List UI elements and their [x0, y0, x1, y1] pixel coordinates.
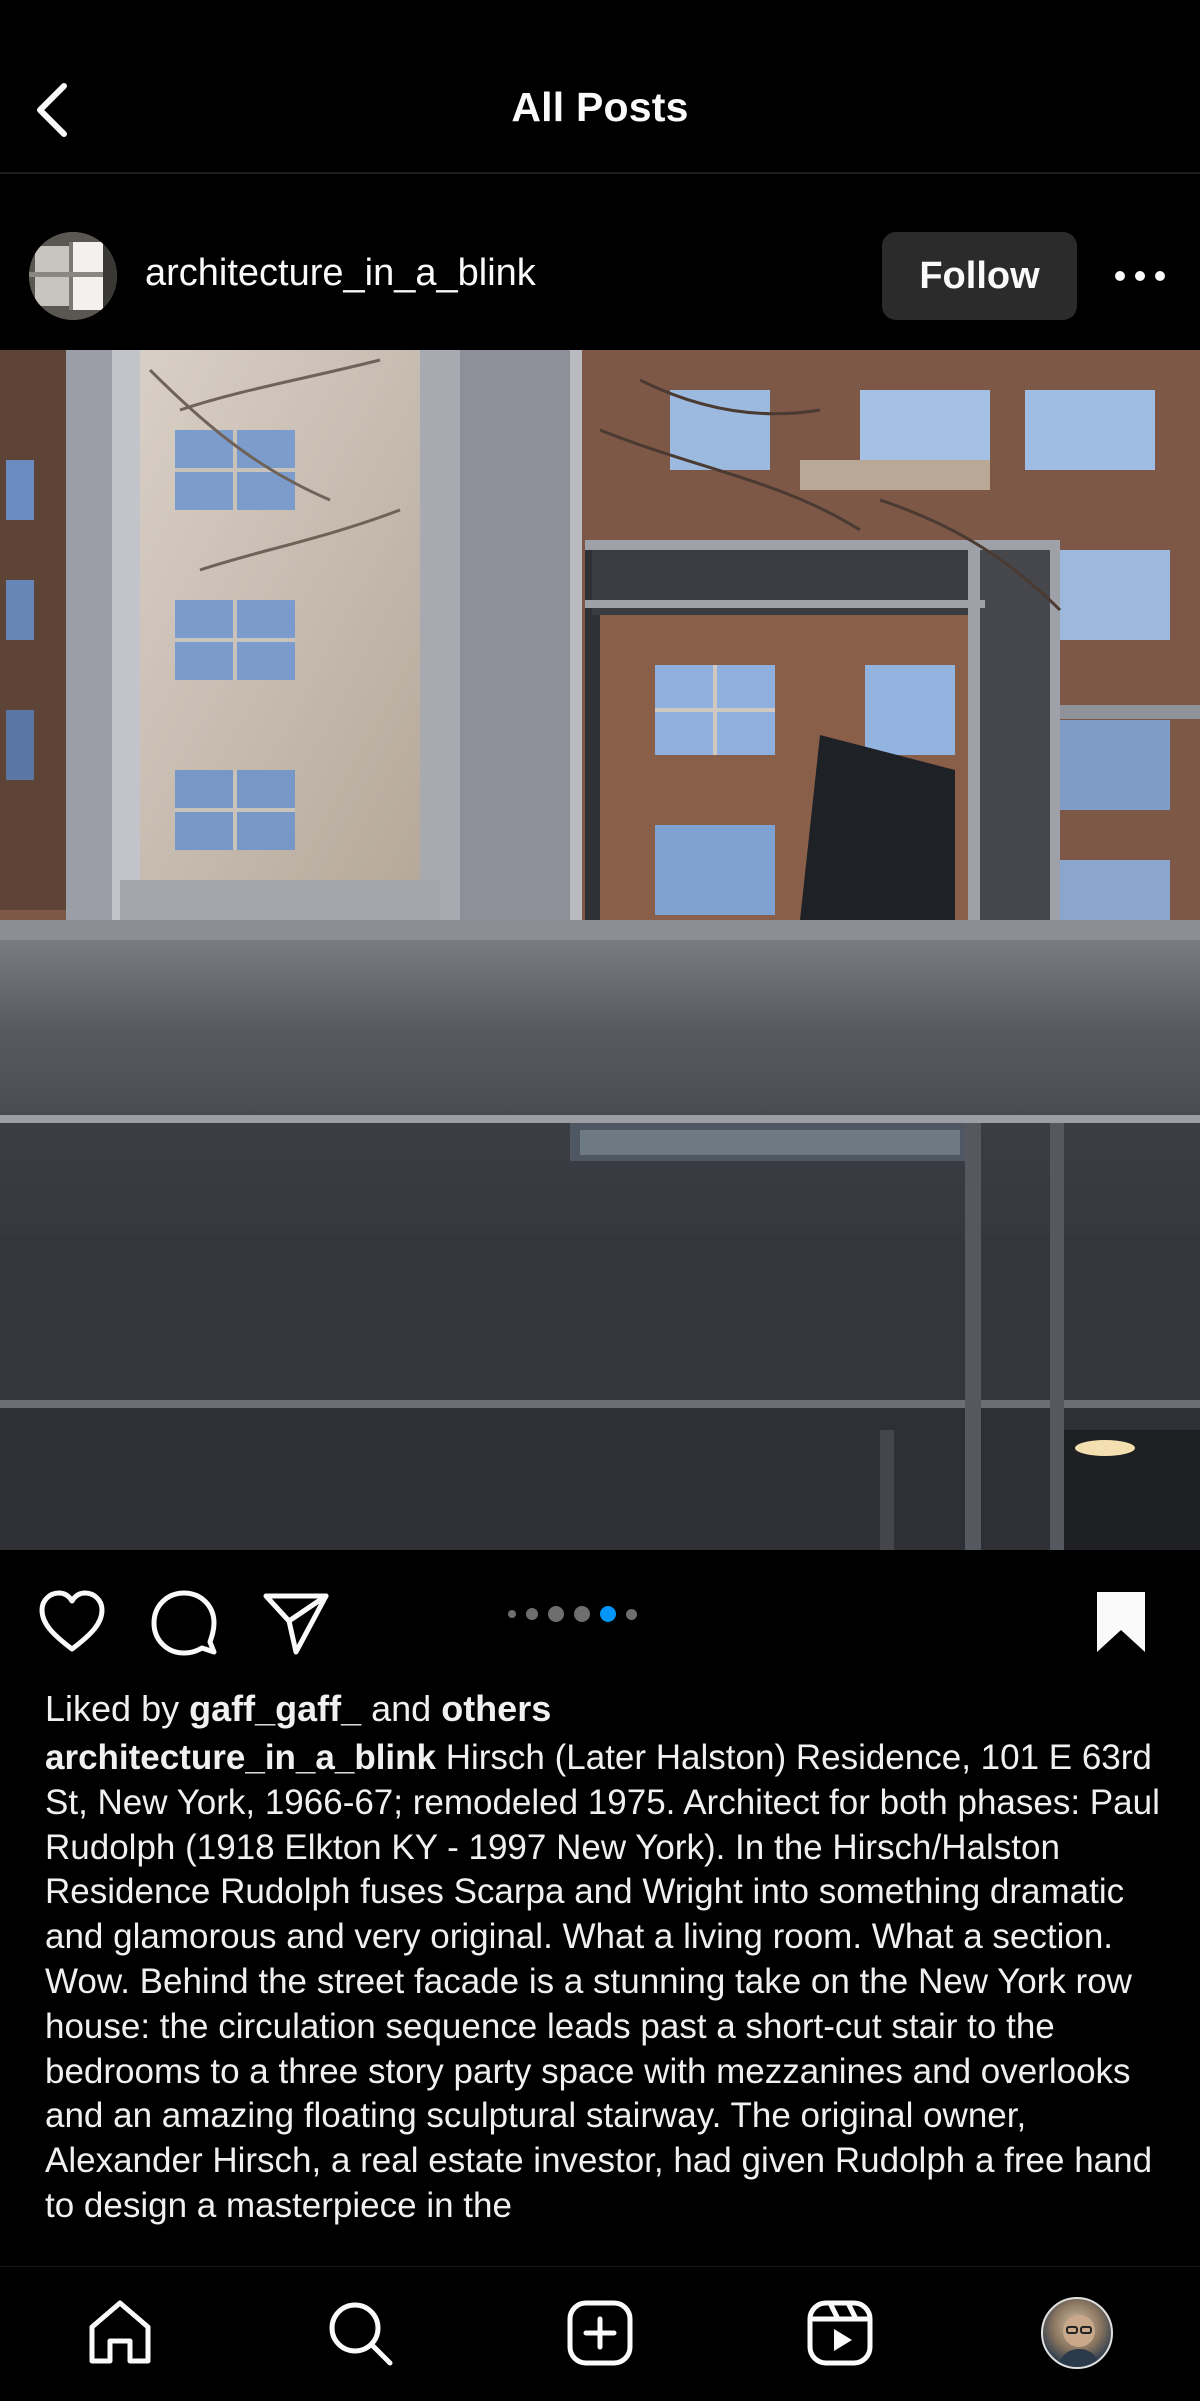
- liked-by-user[interactable]: gaff_gaff_: [189, 1688, 361, 1729]
- carousel-dot: [526, 1608, 538, 1620]
- caption-text: Hirsch (Later Halston) Residence, 101 E …: [45, 1738, 1160, 2225]
- carousel-dot: [626, 1608, 637, 1620]
- liked-by-others[interactable]: others: [441, 1688, 551, 1729]
- tab-reels[interactable]: [802, 2295, 878, 2371]
- author-avatar[interactable]: [29, 232, 117, 320]
- author-username[interactable]: architecture_in_a_blink: [145, 252, 536, 295]
- tab-search[interactable]: [322, 2295, 398, 2371]
- carousel-dot-active: [600, 1606, 616, 1622]
- profile-avatar-image: [1057, 2315, 1101, 2367]
- more-options-button[interactable]: [1110, 246, 1170, 306]
- building-facade-image: [0, 350, 1200, 1550]
- avatar-image: [29, 232, 117, 320]
- home-icon: [89, 2300, 151, 2364]
- comment-icon: [151, 1590, 217, 1656]
- top-bar: All Posts: [0, 0, 1200, 174]
- bookmark-icon: [1097, 1592, 1145, 1652]
- carousel-dot: [548, 1606, 564, 1622]
- reels-icon: [807, 2300, 873, 2366]
- share-button[interactable]: [260, 1586, 332, 1658]
- carousel-dot: [574, 1606, 590, 1622]
- caption: architecture_in_a_blink Hirsch (Later Ha…: [45, 1736, 1165, 2264]
- post-header: architecture_in_a_blink Follow: [0, 174, 1200, 350]
- comment-button[interactable]: [148, 1586, 220, 1658]
- post-actions: [0, 1550, 1200, 1682]
- follow-button[interactable]: Follow: [882, 232, 1077, 320]
- page-title: All Posts: [511, 84, 689, 130]
- tab-profile-avatar[interactable]: [1041, 2297, 1113, 2369]
- post-photo[interactable]: [0, 350, 1200, 1550]
- tab-create[interactable]: [562, 2295, 638, 2371]
- search-icon: [329, 2302, 393, 2366]
- send-icon: [263, 1593, 329, 1655]
- carousel-dot: [508, 1610, 516, 1618]
- caption-username[interactable]: architecture_in_a_blink: [45, 1738, 436, 1777]
- heart-icon: [39, 1590, 105, 1652]
- likes-summary[interactable]: Liked by gaff_gaff_ and others: [45, 1688, 551, 1730]
- create-icon: [567, 2300, 633, 2366]
- more-horizontal-icon: [1115, 271, 1165, 281]
- liked-by-prefix: Liked by: [45, 1688, 190, 1729]
- tab-home[interactable]: [82, 2295, 158, 2371]
- like-button[interactable]: [36, 1586, 108, 1658]
- bottom-tab-bar: [0, 2266, 1200, 2401]
- liked-by-mid: and: [361, 1688, 442, 1729]
- save-button[interactable]: [1085, 1586, 1157, 1658]
- carousel-indicator: [508, 1604, 637, 1624]
